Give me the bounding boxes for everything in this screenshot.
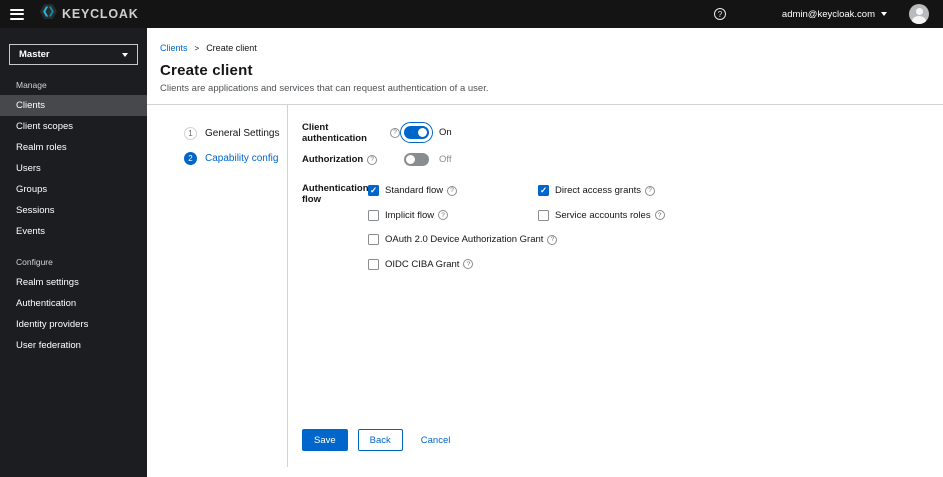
sidebar-item-users[interactable]: Users — [0, 158, 147, 179]
authentication-flow-label: Authentication flow — [302, 183, 369, 205]
client-authentication-toggle[interactable] — [404, 126, 429, 139]
help-icon[interactable]: ? — [438, 210, 449, 220]
step-number: 1 — [184, 127, 197, 140]
sidebar-item-user-federation[interactable]: User federation — [0, 335, 147, 356]
step-label: Capability config — [205, 153, 279, 164]
sidebar-item-realm-roles[interactable]: Realm roles — [0, 137, 147, 158]
create-client-wizard: 1 General Settings 2 Capability config C… — [147, 105, 943, 477]
toggle-state-text: Off — [439, 154, 452, 165]
sidebar: Master Manage Clients Client scopes Real… — [0, 28, 147, 477]
client-authentication-row: Client authentication ? On — [302, 121, 943, 144]
authorization-label: Authorization ? — [302, 154, 400, 165]
breadcrumb-current: Create client — [206, 43, 257, 53]
avatar[interactable] — [909, 4, 929, 24]
help-icon[interactable]: ? — [463, 259, 474, 269]
step-label: General Settings — [205, 128, 280, 139]
help-icon[interactable]: ? — [654, 210, 665, 220]
page-title: Create client — [160, 62, 253, 79]
checkbox[interactable] — [538, 209, 549, 221]
sidebar-item-groups[interactable]: Groups — [0, 179, 147, 200]
main-content: Clients > Create client Create client Cl… — [147, 28, 943, 477]
keycloak-admin-console: KEYCLOAK ? admin@keycloak.com Master Man… — [0, 0, 943, 477]
user-email: admin@keycloak.com — [781, 8, 875, 20]
wizard-step-general-settings[interactable]: 1 General Settings — [184, 127, 287, 140]
sidebar-item-realm-settings[interactable]: Realm settings — [0, 272, 147, 293]
checkbox[interactable] — [368, 185, 379, 196]
user-menu[interactable]: admin@keycloak.com — [782, 9, 887, 20]
help-icon[interactable]: ? — [447, 185, 458, 196]
option-direct-access-grants: Direct access grants? — [538, 185, 665, 196]
caret-down-icon — [881, 12, 887, 16]
help-icon[interactable]: ? — [645, 185, 656, 196]
sidebar-item-authentication[interactable]: Authentication — [0, 293, 147, 314]
checkbox[interactable] — [368, 258, 379, 270]
option-oauth-device-authorization-grant: OAuth 2.0 Device Authorization Grant? — [368, 234, 665, 245]
checkbox[interactable] — [368, 209, 379, 221]
authorization-toggle[interactable] — [404, 153, 429, 166]
option-standard-flow: Standard flow? — [368, 185, 538, 196]
authorization-row: Authorization ? Off — [302, 148, 943, 171]
help-icon[interactable]: ? — [367, 154, 378, 165]
sidebar-item-client-scopes[interactable]: Client scopes — [0, 116, 147, 137]
breadcrumb-clients-link[interactable]: Clients — [160, 43, 188, 53]
client-authentication-label: Client authentication ? — [302, 122, 400, 144]
save-button[interactable]: Save — [302, 429, 348, 451]
sidebar-item-identity-providers[interactable]: Identity providers — [0, 314, 147, 335]
toggle-state-text: On — [439, 127, 452, 138]
form-actions: Save Back Cancel — [302, 429, 943, 459]
page-subtitle: Clients are applications and services th… — [160, 83, 489, 94]
checkbox[interactable] — [368, 234, 379, 245]
caret-down-icon — [122, 52, 128, 57]
help-icon[interactable]: ? — [390, 127, 400, 138]
nav-section-manage: Manage — [16, 80, 47, 90]
keycloak-logo-icon — [40, 4, 57, 24]
wizard-steps: 1 General Settings 2 Capability config — [147, 105, 288, 467]
brand-name: KEYCLOAK — [62, 7, 139, 21]
top-header: KEYCLOAK ? admin@keycloak.com — [0, 0, 943, 28]
capability-config-form: Client authentication ? On Authorization… — [288, 105, 943, 467]
option-service-accounts-roles: Service accounts roles? — [538, 209, 665, 221]
option-implicit-flow: Implicit flow? — [368, 209, 538, 221]
authentication-flow-options: Standard flow? Direct access grants? Imp… — [368, 185, 665, 270]
checkbox[interactable] — [538, 185, 549, 196]
option-oidc-ciba-grant: OIDC CIBA Grant? — [368, 258, 665, 270]
authentication-flow-row: Authentication flow Standard flow? Direc… — [302, 182, 943, 270]
breadcrumb: Clients > Create client — [147, 28, 943, 53]
step-number: 2 — [184, 152, 197, 165]
help-icon[interactable]: ? — [547, 234, 558, 245]
realm-name: Master — [19, 49, 50, 60]
hamburger-menu-icon[interactable] — [10, 8, 24, 20]
back-button[interactable]: Back — [357, 429, 403, 451]
brand-logo[interactable]: KEYCLOAK — [40, 4, 139, 24]
wizard-step-capability-config[interactable]: 2 Capability config — [184, 152, 287, 165]
realm-selector[interactable]: Master — [9, 44, 138, 65]
sidebar-item-events[interactable]: Events — [0, 221, 147, 242]
sidebar-item-clients[interactable]: Clients — [0, 95, 147, 116]
sidebar-item-sessions[interactable]: Sessions — [0, 200, 147, 221]
help-icon[interactable]: ? — [713, 8, 726, 20]
nav-section-configure: Configure — [16, 257, 53, 267]
cancel-button[interactable]: Cancel — [421, 430, 451, 450]
breadcrumb-separator-icon: > — [194, 43, 200, 53]
